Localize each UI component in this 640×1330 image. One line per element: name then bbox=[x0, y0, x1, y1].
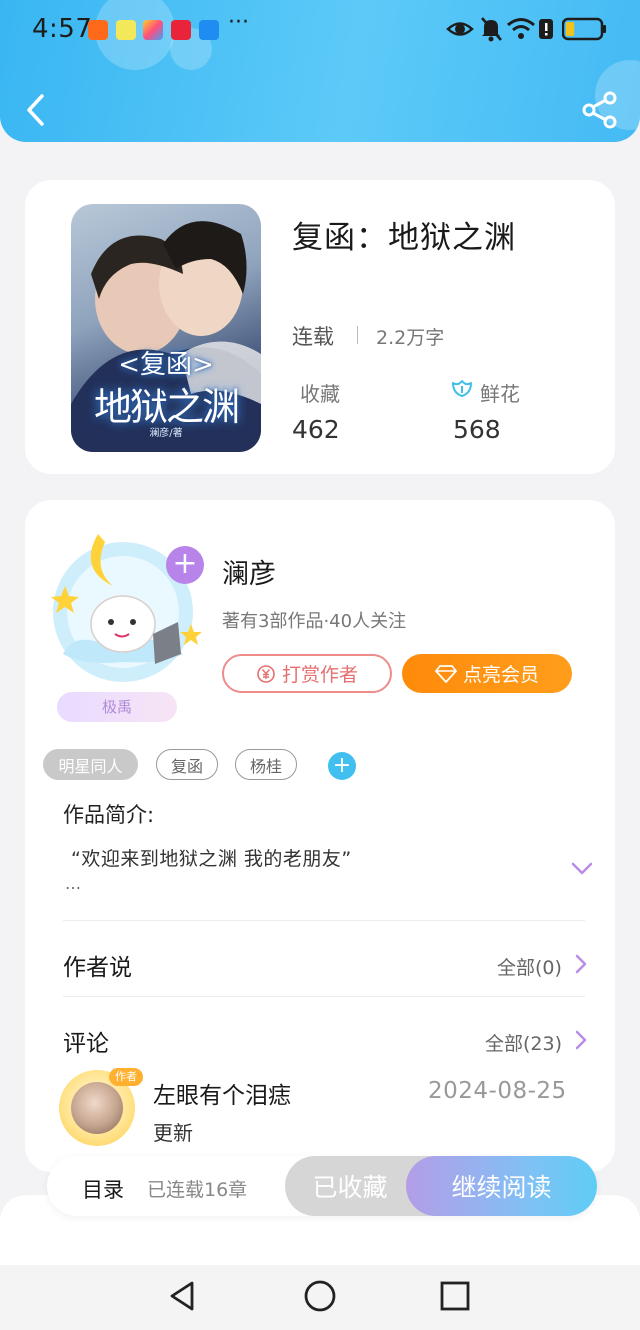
intro-text: “欢迎来到地狱之渊 我的老朋友” bbox=[71, 848, 352, 870]
comments-all-link[interactable]: 全部(23) bbox=[485, 1029, 562, 1056]
author-avatar[interactable]: + 极禹 bbox=[43, 514, 205, 724]
intro-title: 作品简介: bbox=[63, 803, 155, 827]
nav-back-icon[interactable] bbox=[166, 1279, 200, 1313]
add-tag-button[interactable]: + bbox=[328, 752, 356, 780]
follow-author-button[interactable]: + bbox=[166, 546, 204, 584]
tag-chip[interactable]: 明星同人 bbox=[43, 749, 138, 780]
tip-author-button[interactable]: 打赏作者 bbox=[222, 654, 392, 693]
mute-icon bbox=[481, 17, 502, 42]
author-name[interactable]: 澜彦 bbox=[222, 552, 276, 591]
nav-recents-icon[interactable] bbox=[438, 1279, 472, 1313]
system-navigation-bar bbox=[0, 1265, 640, 1330]
more-apps-indicator: ··· bbox=[228, 10, 249, 35]
toc-button[interactable]: 目录 bbox=[82, 1174, 124, 1204]
comments-title: 评论 bbox=[63, 1031, 109, 1057]
author-says-all-link[interactable]: 全部(0) bbox=[497, 953, 562, 980]
comment-user-avatar[interactable]: 作者 bbox=[59, 1068, 143, 1146]
nav-home-icon[interactable] bbox=[303, 1279, 337, 1313]
app-icon bbox=[116, 20, 136, 40]
diamond-icon bbox=[435, 664, 457, 683]
book-cover-image[interactable]: <复函> 地狱之渊 澜彦/著 bbox=[71, 204, 261, 452]
app-icon bbox=[199, 20, 219, 40]
eye-icon bbox=[446, 22, 474, 36]
share-button[interactable] bbox=[580, 90, 620, 130]
book-serial-status: 连载 bbox=[292, 325, 334, 349]
battery-icon bbox=[562, 17, 606, 41]
author-role-badge: 作者 bbox=[109, 1068, 143, 1086]
divider bbox=[63, 920, 585, 921]
comment-text[interactable]: 更新 bbox=[153, 1117, 193, 1146]
cover-author-line: 澜彦/著 bbox=[149, 428, 183, 439]
vip-button[interactable]: 点亮会员 bbox=[402, 654, 572, 693]
book-word-count: 2.2万字 bbox=[376, 327, 445, 349]
favorites-count: 462 bbox=[292, 415, 340, 444]
favorites-label: 收藏 bbox=[300, 382, 340, 406]
expand-chevron-down-icon[interactable] bbox=[571, 862, 593, 876]
tip-author-label: 打赏作者 bbox=[281, 664, 358, 686]
author-meta: 著有3部作品·40人关注 bbox=[222, 611, 407, 632]
vip-label: 点亮会员 bbox=[462, 664, 539, 686]
chevron-right-icon[interactable] bbox=[574, 1029, 588, 1051]
cover-title-main: 地狱之渊 bbox=[93, 385, 240, 429]
chapter-count: 已连载16章 bbox=[147, 1179, 248, 1201]
top-header: 4:57 ··· bbox=[0, 0, 640, 142]
wifi-icon bbox=[507, 18, 535, 39]
author-details-card: + 极禹 澜彦 著有3部作品·40人关注 打赏作者 点亮会员 明星同人 复函 杨… bbox=[25, 500, 615, 1172]
app-icon bbox=[143, 20, 163, 40]
divider bbox=[63, 996, 585, 997]
intro-ellipsis: … bbox=[65, 874, 81, 893]
tag-chip[interactable]: 复函 bbox=[156, 749, 218, 780]
flowers-count: 568 bbox=[453, 415, 501, 444]
author-says-title: 作者说 bbox=[63, 955, 132, 981]
collected-label: 已收藏 bbox=[312, 1173, 388, 1202]
flower-icon bbox=[452, 380, 472, 397]
avatar-photo bbox=[71, 1082, 123, 1134]
tag-chip[interactable]: 杨桂 bbox=[235, 749, 297, 780]
huawei-app-icon bbox=[171, 20, 191, 40]
divider bbox=[357, 326, 358, 344]
continue-reading-button[interactable]: 继续阅读 bbox=[406, 1156, 597, 1216]
status-bar: 4:57 ··· bbox=[0, 0, 640, 60]
alert-icon bbox=[539, 19, 553, 39]
author-badge: 极禹 bbox=[57, 692, 177, 722]
back-button[interactable] bbox=[20, 90, 52, 130]
book-title: 复函：地狱之渊 bbox=[292, 220, 516, 256]
status-time: 4:57 bbox=[32, 14, 93, 44]
yuan-coin-icon bbox=[257, 664, 275, 683]
chevron-right-icon[interactable] bbox=[574, 953, 588, 975]
bottom-action-bar: 目录 已连载16章 已收藏 继续阅读 bbox=[47, 1156, 597, 1216]
flowers-label: 鲜花 bbox=[480, 382, 520, 406]
comment-user-name[interactable]: 左眼有个泪痣 bbox=[153, 1076, 291, 1110]
taobao-app-icon bbox=[88, 20, 108, 40]
comment-date: 2024-08-25 bbox=[428, 1078, 567, 1104]
book-info-card: <复函> 地狱之渊 澜彦/著 复函：地狱之渊 连载 2.2万字 收藏 鲜花 46… bbox=[25, 180, 615, 474]
